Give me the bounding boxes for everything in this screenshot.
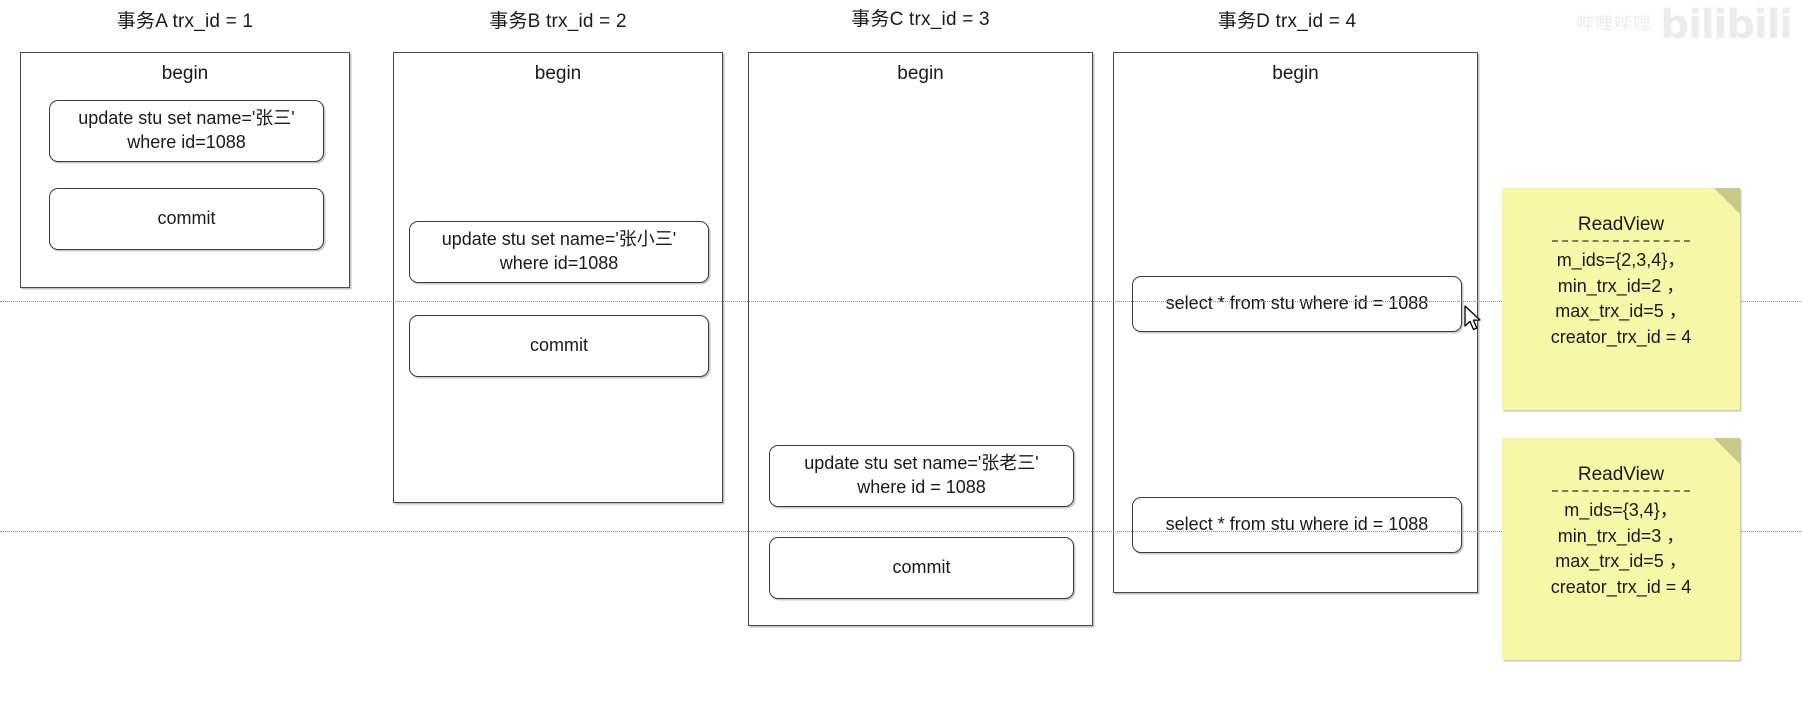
begin-label-b: begin [534, 63, 582, 84]
readview-line-m-ids: m_ids={3,4}， [1564, 500, 1678, 520]
transaction-box-c[interactable]: begin update stu set name='张老三' where id… [748, 52, 1093, 626]
commit-statement-c[interactable]: commit [769, 537, 1074, 599]
transaction-box-a[interactable]: begin update stu set name='张三' where id=… [20, 52, 350, 288]
stmt-line1: update stu set name='张三' [78, 108, 295, 129]
update-statement-b[interactable]: update stu set name='张小三' where id=1088 [409, 221, 709, 283]
select-statement-d-1[interactable]: select * from stu where id = 1088 [1132, 276, 1462, 332]
readview-note-title: ReadView [1577, 214, 1665, 235]
watermark-cn-text: 哔哩哔哩 [1576, 14, 1653, 34]
column-title-txn-b: 事务B trx_id = 2 [489, 11, 627, 32]
readview-note-divider [1551, 490, 1691, 492]
update-statement-c[interactable]: update stu set name='张老三' where id = 108… [769, 445, 1074, 507]
stmt-line1: commit [530, 335, 588, 356]
update-statement-a[interactable]: update stu set name='张三' where id=1088 [49, 100, 324, 162]
readview-line-min-trx-id: min_trx_id=3 ， [1557, 525, 1685, 546]
transaction-box-b[interactable]: begin update stu set name='张小三' where id… [393, 52, 723, 503]
stmt-line1: select * from stu where id = 1088 [1165, 514, 1429, 535]
readview-note-body: m_ids={3,4}， min_trx_id=3 ， max_trx_id=5… [1502, 498, 1740, 600]
stmt-line2: where id=1088 [499, 253, 619, 273]
stmt-line1: select * from stu where id = 1088 [1165, 293, 1429, 314]
diagram-canvas: 哔哩哔哩 bilibili 事务A trx_id = 1 事务B trx_id =… [0, 0, 1802, 718]
stmt-line1: update stu set name='张小三' [441, 229, 677, 250]
stmt-line1: update stu set name='张老三' [804, 453, 1039, 474]
readview-line-min-trx-id: min_trx_id=2 ， [1557, 275, 1685, 296]
readview-note-divider [1551, 240, 1691, 242]
readview-line-creator-trx-id: creator_trx_id = 4 [1550, 576, 1692, 597]
begin-label-c: begin [897, 63, 944, 84]
transaction-box-d[interactable]: begin select * from stu where id = 1088 … [1113, 52, 1478, 593]
readview-note-body: m_ids={2,3,4}， min_trx_id=2 ， max_trx_id… [1502, 248, 1740, 350]
commit-statement-b[interactable]: commit [409, 315, 709, 377]
select-statement-d-2[interactable]: select * from stu where id = 1088 [1132, 497, 1462, 553]
mouse-cursor-icon [1464, 305, 1481, 331]
column-title-txn-d: 事务D trx_id = 4 [1217, 11, 1357, 32]
commit-statement-a[interactable]: commit [49, 188, 324, 250]
column-title-txn-c: 事务C trx_id = 3 [851, 9, 990, 30]
readview-line-max-trx-id: max_trx_id=5 ， [1555, 301, 1687, 322]
readview-note-first[interactable]: ReadView m_ids={2,3,4}， min_trx_id=2 ， m… [1502, 188, 1740, 410]
column-title-txn-a: 事务A trx_id = 1 [116, 11, 254, 32]
bilibili-watermark: 哔哩哔哩 bilibili [1576, 2, 1793, 48]
stmt-line1: commit [157, 208, 216, 229]
begin-label-d: begin [1272, 63, 1319, 84]
readview-line-max-trx-id: max_trx_id=5 ， [1555, 551, 1687, 572]
readview-note-title: ReadView [1577, 464, 1665, 485]
readview-note-second[interactable]: ReadView m_ids={3,4}， min_trx_id=3 ， max… [1502, 438, 1740, 660]
watermark-brand-text: bilibili [1660, 2, 1793, 48]
readview-line-creator-trx-id: creator_trx_id = 4 [1550, 326, 1692, 347]
stmt-line2: where id=1088 [127, 132, 246, 152]
begin-label-a: begin [161, 63, 209, 84]
stmt-line1: commit [892, 557, 951, 578]
readview-line-m-ids: m_ids={2,3,4}， [1556, 250, 1686, 270]
stmt-line2: where id = 1088 [857, 477, 986, 497]
